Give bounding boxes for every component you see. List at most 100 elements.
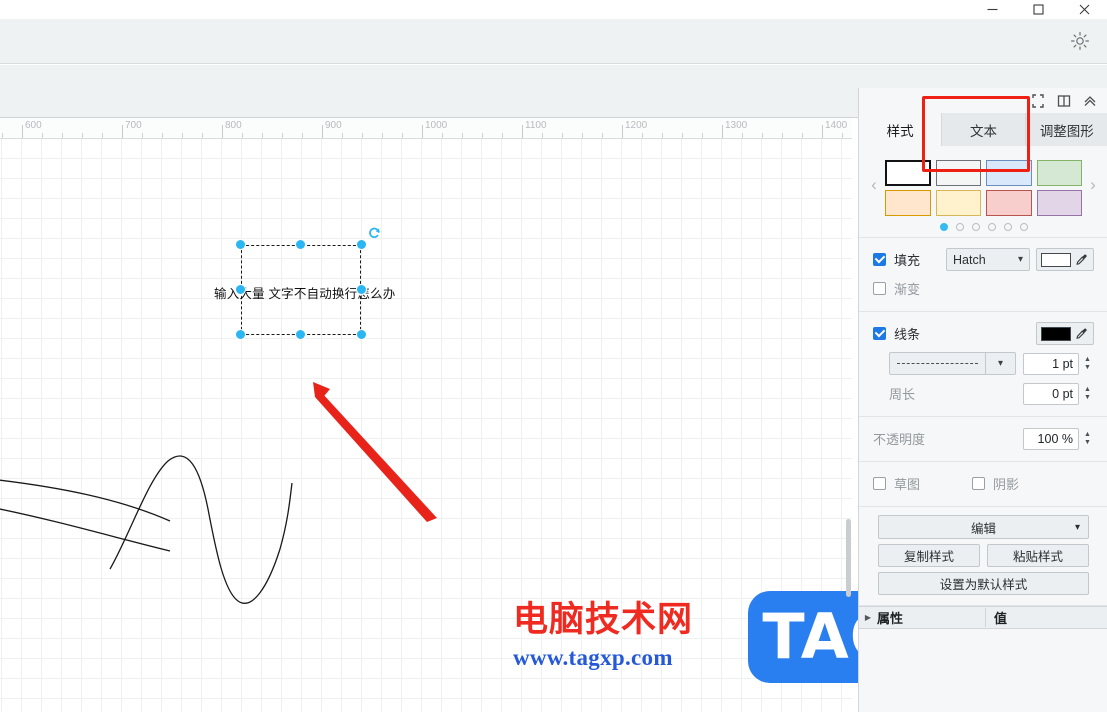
- swatch-page-dot[interactable]: [955, 223, 964, 231]
- line-row: 线条: [859, 319, 1107, 348]
- swatch-next-icon[interactable]: ›: [1086, 176, 1100, 194]
- ruler-label: 600: [25, 120, 42, 131]
- horizontal-ruler[interactable]: 600 700 800 900 1000 1100 1200 1300 1400: [0, 118, 852, 139]
- fill-color-chip[interactable]: [1041, 252, 1071, 267]
- copy-style-button[interactable]: 复制样式: [878, 544, 980, 567]
- effects-section: 草图 阴影: [859, 462, 1107, 507]
- tab-arrange[interactable]: 调整图形: [1025, 113, 1107, 146]
- gradient-checkbox[interactable]: [873, 282, 886, 295]
- scrollbar-thumb[interactable]: [846, 519, 851, 597]
- resize-handle-n[interactable]: [296, 240, 305, 249]
- ruler-label: 1000: [425, 120, 448, 131]
- canvas-vertical-scrollbar[interactable]: [845, 139, 852, 712]
- ruler-tick-major: [822, 125, 823, 138]
- expand-icon[interactable]: [1030, 93, 1046, 109]
- tab-text[interactable]: 文本: [942, 113, 1026, 146]
- style-swatch[interactable]: [885, 160, 931, 186]
- ruler-tick-minor: [242, 133, 243, 138]
- ruler-tick-minor: [482, 133, 483, 138]
- fill-style-select[interactable]: Hatch ▾: [946, 248, 1030, 271]
- swatch-page-dot[interactable]: [1019, 223, 1028, 231]
- style-swatches: ‹ ›: [859, 146, 1107, 238]
- swatch-page-dot[interactable]: [971, 223, 980, 231]
- ruler-label: 1200: [625, 120, 648, 131]
- swatch-prev-icon[interactable]: ‹: [867, 176, 881, 194]
- ruler-tick-major: [622, 125, 623, 138]
- watermark-title: 电脑技术网: [513, 600, 694, 641]
- resize-handle-se[interactable]: [357, 330, 366, 339]
- style-swatch[interactable]: [986, 190, 1032, 216]
- expand-triangle-icon[interactable]: ▶: [859, 613, 877, 622]
- resize-handle-w[interactable]: [236, 285, 245, 294]
- edit-dropdown-label: 编辑: [970, 521, 996, 536]
- ruler-tick-minor: [582, 133, 583, 138]
- ruler-tick-minor: [182, 133, 183, 138]
- ruler-tick-minor: [2, 133, 3, 138]
- ruler-tick-minor: [802, 133, 803, 138]
- fill-style-value: Hatch: [953, 252, 986, 267]
- resize-handle-ne[interactable]: [357, 240, 366, 249]
- ruler-tick-minor: [362, 133, 363, 138]
- line-dash-select[interactable]: ▾: [889, 352, 1016, 375]
- tab-style[interactable]: 样式: [859, 113, 943, 146]
- style-swatch[interactable]: [935, 190, 981, 216]
- brightness-icon[interactable]: [1070, 31, 1090, 51]
- style-swatch[interactable]: [885, 190, 931, 216]
- sketch-checkbox[interactable]: [873, 477, 886, 490]
- line-color-control[interactable]: [1036, 322, 1094, 345]
- resize-handle-nw[interactable]: [236, 240, 245, 249]
- resize-handle-e[interactable]: [357, 285, 366, 294]
- ruler-tick-minor: [402, 133, 403, 138]
- style-swatch[interactable]: [1036, 160, 1082, 186]
- ruler-tick-major: [122, 125, 123, 138]
- swatch-page-dot[interactable]: [939, 223, 948, 231]
- eyedropper-icon[interactable]: [1075, 253, 1088, 266]
- ruler-label: 800: [225, 120, 242, 131]
- gradient-row: 渐变: [859, 274, 1107, 303]
- line-width-stepper[interactable]: ▲ ▼: [1081, 353, 1094, 375]
- ruler-tick-minor: [842, 133, 843, 138]
- fill-color-control[interactable]: [1036, 248, 1094, 271]
- opacity-row: 不透明度 100 % ▲ ▼: [859, 424, 1107, 453]
- close-icon[interactable]: [1061, 0, 1107, 19]
- opacity-section: 不透明度 100 % ▲ ▼: [859, 417, 1107, 462]
- rotate-handle-icon[interactable]: [368, 227, 381, 240]
- line-checkbox[interactable]: [873, 327, 886, 340]
- swatch-page-dot[interactable]: [987, 223, 996, 231]
- set-default-style-button[interactable]: 设置为默认样式: [878, 572, 1089, 595]
- gradient-label: 渐变: [894, 282, 921, 297]
- main-toolbar: [0, 19, 1107, 64]
- shadow-checkbox[interactable]: [972, 477, 986, 490]
- style-swatch[interactable]: [986, 160, 1032, 186]
- swatch-page-dot[interactable]: [1003, 223, 1012, 231]
- ruler-tick-minor: [642, 133, 643, 138]
- properties-col-value: 值: [985, 608, 1107, 627]
- opacity-stepper[interactable]: ▲ ▼: [1081, 428, 1094, 450]
- minimize-icon[interactable]: [969, 0, 1015, 19]
- ruler-label: 700: [125, 120, 142, 131]
- perimeter-input[interactable]: 0 pt: [1023, 382, 1079, 405]
- format-panel: 样式 文本 调整图形 ‹ › 填充 Hatch ▾ 渐变 线条 ▾ 1 pt ▲…: [858, 88, 1107, 712]
- edit-dropdown[interactable]: 编辑 ▾: [878, 515, 1089, 539]
- ruler-tick-minor: [262, 133, 263, 138]
- dash-preview-icon: [897, 363, 978, 364]
- style-swatch[interactable]: [935, 160, 981, 186]
- resize-handle-sw[interactable]: [236, 330, 245, 339]
- perimeter-stepper[interactable]: ▲ ▼: [1081, 383, 1094, 405]
- ruler-tick-minor: [702, 133, 703, 138]
- swatch-grid: [885, 160, 1082, 216]
- paste-style-button[interactable]: 粘贴样式: [987, 544, 1089, 567]
- panel-layout-icon[interactable]: [1056, 93, 1072, 109]
- line-width-input[interactable]: 1 pt: [1023, 352, 1079, 375]
- maximize-icon[interactable]: [1015, 0, 1061, 19]
- opacity-input[interactable]: 100 %: [1023, 427, 1079, 450]
- fill-checkbox[interactable]: [873, 253, 886, 266]
- ruler-tick-minor: [302, 133, 303, 138]
- line-color-chip[interactable]: [1041, 326, 1071, 341]
- style-swatch[interactable]: [1036, 190, 1082, 216]
- chevron-down-icon[interactable]: ▾: [985, 353, 1015, 374]
- resize-handle-s[interactable]: [296, 330, 305, 339]
- ruler-tick-minor: [382, 133, 383, 138]
- collapse-icon[interactable]: [1082, 93, 1098, 109]
- eyedropper-icon[interactable]: [1075, 327, 1088, 340]
